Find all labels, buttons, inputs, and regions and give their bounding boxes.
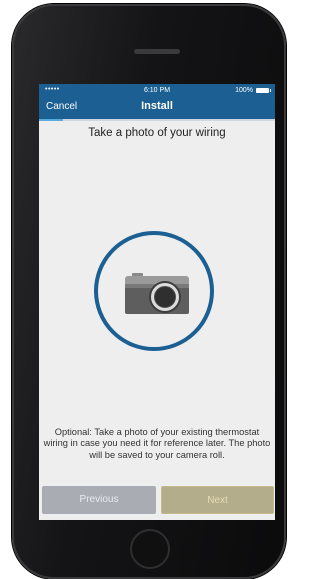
page-title: Install: [141, 100, 173, 112]
progress-fill: [39, 119, 63, 121]
app-screen: ••••• 6:10 PM 100% Cancel Install Take a…: [39, 84, 275, 520]
camera-icon: [125, 273, 189, 314]
step-heading: Take a photo of your wiring: [88, 127, 226, 139]
battery-percent: 100%: [235, 87, 253, 94]
home-button[interactable]: [130, 529, 170, 569]
speaker-grille: [134, 49, 180, 54]
step-description: Optional: Take a photo of your existing …: [43, 427, 271, 460]
phone-frame: ••••• 6:10 PM 100% Cancel Install Take a…: [12, 4, 286, 579]
progress-bar: [39, 119, 275, 121]
next-button[interactable]: Next: [161, 486, 274, 514]
battery-icon: [256, 88, 271, 93]
previous-button[interactable]: Previous: [42, 486, 156, 514]
nav-bar: ••••• 6:10 PM 100% Cancel Install: [39, 84, 275, 119]
